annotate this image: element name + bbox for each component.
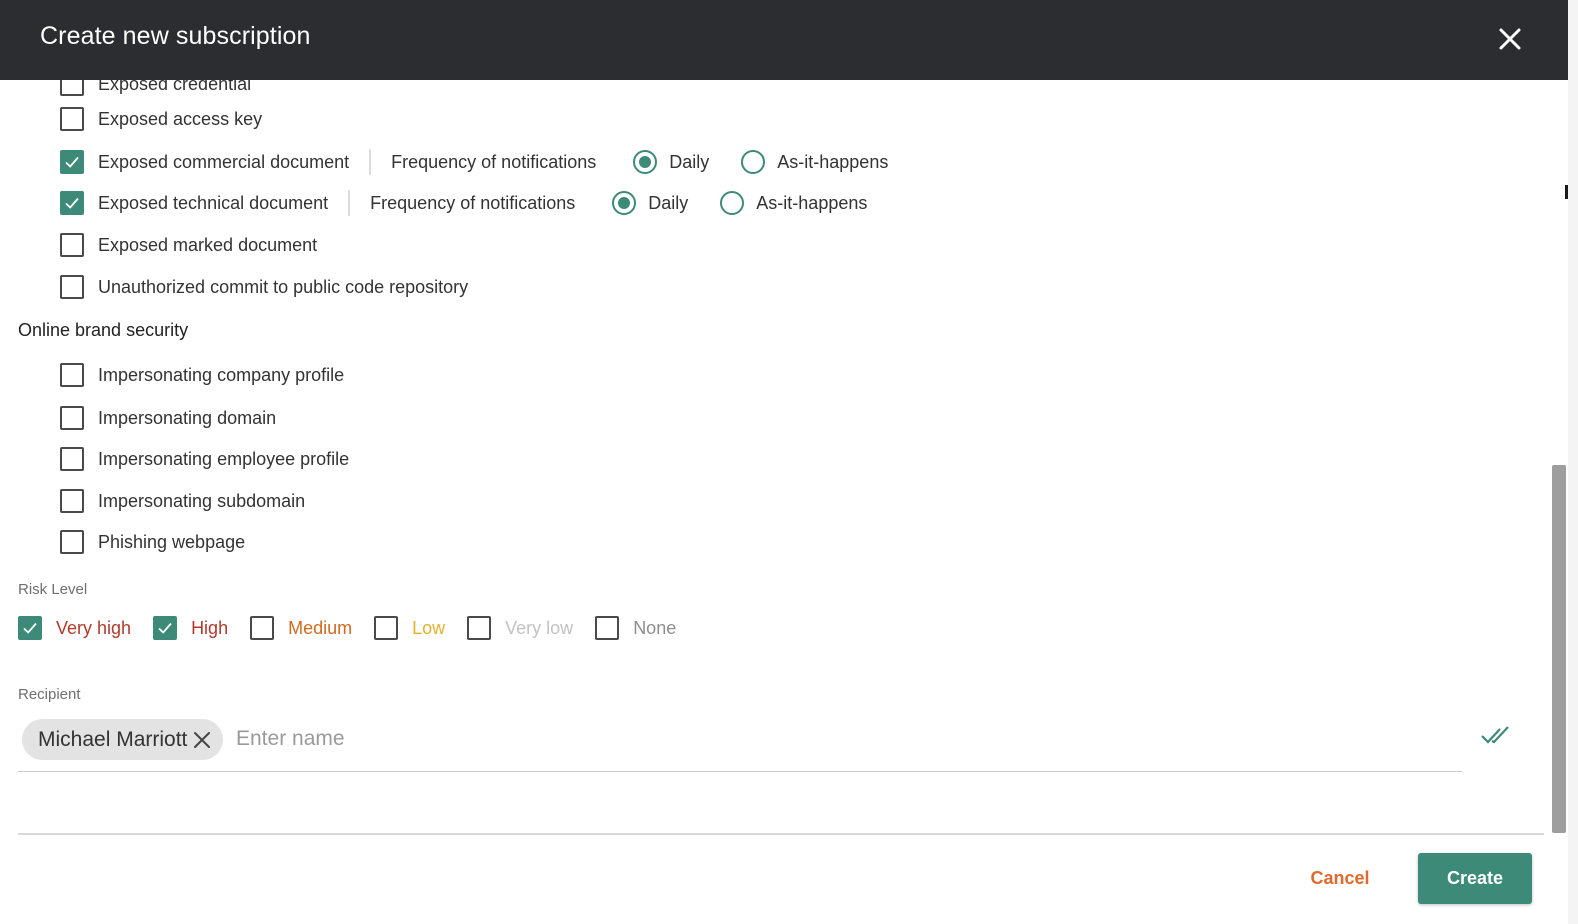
option-unauthorized-commit[interactable]: Unauthorized commit to public code repos… — [60, 273, 468, 301]
cancel-button[interactable]: Cancel — [1296, 858, 1384, 898]
recipient-underline — [18, 771, 1462, 772]
radio-label: Daily — [669, 151, 710, 172]
checkbox[interactable] — [60, 363, 84, 387]
radio-daily[interactable]: Daily — [633, 150, 709, 174]
risk-very-high[interactable]: Very high — [18, 616, 131, 640]
option-label: Exposed commercial document — [98, 151, 350, 172]
risk-none[interactable]: None — [595, 616, 676, 640]
radio-button[interactable] — [741, 150, 766, 174]
option-impersonating-subdomain[interactable]: Impersonating subdomain — [60, 487, 305, 515]
radio-button[interactable] — [720, 191, 745, 215]
option-label: Impersonating company profile — [98, 364, 345, 385]
dialog-title: Create new subscription — [40, 22, 311, 50]
recipient-chip: Michael Marriott — [22, 719, 224, 760]
checkbox[interactable] — [153, 616, 178, 640]
frequency-label: Frequency of notifications — [370, 192, 576, 213]
checkbox[interactable] — [60, 489, 84, 513]
scroll-marker — [1565, 185, 1568, 199]
option-label: Exposed technical document — [98, 192, 329, 213]
checkbox[interactable] — [60, 233, 84, 257]
checkbox[interactable] — [60, 80, 84, 96]
option-label: Exposed marked document — [98, 234, 318, 255]
option-impersonating-employee-profile[interactable]: Impersonating employee profile — [60, 445, 349, 473]
recipient-label: Recipient — [18, 686, 81, 703]
option-label: Exposed credential — [98, 80, 252, 94]
risk-label: Very high — [56, 617, 132, 638]
divider — [369, 149, 372, 175]
option-label: Impersonating employee profile — [98, 448, 350, 469]
radio-button[interactable] — [612, 191, 637, 215]
risk-label: Low — [412, 617, 446, 638]
checkbox[interactable] — [60, 406, 84, 430]
checkbox[interactable] — [60, 107, 84, 131]
scrollbar-thumb[interactable] — [1552, 465, 1566, 833]
radio-label: As-it-happens — [777, 151, 889, 172]
double-check-icon[interactable] — [1480, 724, 1512, 748]
risk-low[interactable]: Low — [374, 616, 445, 640]
chip-name: Michael Marriott — [38, 727, 188, 751]
check-icon — [65, 197, 79, 209]
checkbox[interactable] — [467, 616, 492, 640]
option-label: Phishing webpage — [98, 531, 246, 552]
checkbox[interactable] — [60, 447, 84, 471]
check-icon — [158, 622, 172, 634]
checkbox[interactable] — [595, 616, 620, 640]
radio-label: Daily — [648, 192, 689, 213]
close-button[interactable] — [1494, 23, 1526, 55]
check-icon — [23, 622, 37, 634]
option-label: Impersonating domain — [98, 407, 277, 428]
footer-divider — [18, 833, 1544, 835]
close-icon[interactable] — [191, 729, 213, 751]
close-icon — [1499, 28, 1521, 50]
option-label: Exposed access key — [98, 108, 263, 129]
risk-level-options: Very high High Medium Low Very low None — [18, 614, 676, 642]
checkbox[interactable] — [60, 150, 84, 174]
option-exposed-access-key[interactable]: Exposed access key — [60, 105, 262, 133]
option-impersonating-company-profile[interactable]: Impersonating company profile — [60, 361, 344, 389]
risk-level-label: Risk Level — [18, 581, 88, 598]
risk-very-low[interactable]: Very low — [467, 616, 573, 640]
radio-as-it-happens[interactable]: As-it-happens — [741, 150, 888, 174]
checkbox[interactable] — [250, 616, 275, 640]
option-exposed-credential[interactable]: Exposed credential — [60, 80, 251, 98]
radio-label: As-it-happens — [756, 192, 868, 213]
checkbox[interactable] — [60, 191, 84, 215]
radio-as-it-happens[interactable]: As-it-happens — [720, 191, 867, 215]
section-title-brand-security: Online brand security — [18, 320, 189, 340]
option-exposed-marked-document[interactable]: Exposed marked document — [60, 231, 317, 259]
checkbox[interactable] — [60, 275, 84, 299]
option-exposed-commercial-document[interactable]: Exposed commercial document Frequency of… — [60, 148, 888, 176]
frequency-label: Frequency of notifications — [391, 151, 597, 172]
option-impersonating-domain[interactable]: Impersonating domain — [60, 404, 276, 432]
dialog-body: Exposed credential Exposed access key Ex… — [0, 80, 1552, 834]
risk-label: None — [633, 617, 677, 638]
risk-medium[interactable]: Medium — [250, 616, 352, 640]
risk-label: Very low — [505, 617, 574, 638]
option-phishing-webpage[interactable]: Phishing webpage — [60, 528, 245, 556]
option-label: Unauthorized commit to public code repos… — [98, 276, 469, 297]
risk-label: High — [191, 617, 229, 638]
option-exposed-technical-document[interactable]: Exposed technical document Frequency of … — [60, 189, 867, 217]
scrollbar-track[interactable] — [1568, 0, 1578, 924]
divider — [348, 190, 351, 216]
create-button[interactable]: Create — [1418, 853, 1532, 904]
check-icon — [65, 156, 79, 168]
checkbox[interactable] — [18, 616, 42, 640]
checkbox[interactable] — [60, 530, 84, 554]
dialog-header: Create new subscription — [0, 0, 1568, 80]
option-label: Impersonating subdomain — [98, 490, 306, 511]
risk-label: Medium — [288, 617, 353, 638]
checkbox[interactable] — [374, 616, 399, 640]
radio-button[interactable] — [633, 150, 658, 174]
radio-daily[interactable]: Daily — [612, 191, 688, 215]
risk-high[interactable]: High — [153, 616, 228, 640]
recipient-name-input[interactable] — [236, 724, 1036, 754]
